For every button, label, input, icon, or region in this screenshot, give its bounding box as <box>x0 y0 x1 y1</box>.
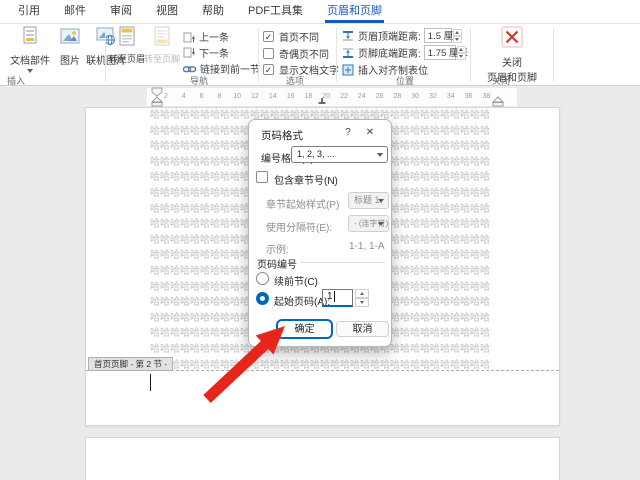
doc-parts-label: 文档部件 <box>10 52 50 67</box>
page-number-format-dialog: 页码格式 ? ✕ 编号格式(F): 1, 2, 3, ... 包含章节号(N) … <box>248 119 392 347</box>
group-separator <box>105 28 106 82</box>
footer-section-tag: 首页页脚 - 第 2 节 - <box>88 357 173 371</box>
goto-footer-icon <box>154 26 170 49</box>
text-cursor <box>150 374 151 391</box>
previous-label: 上一条 <box>199 29 229 44</box>
ruler-markers[interactable] <box>85 86 560 108</box>
goto-header-button[interactable]: 转至页眉 <box>110 26 144 65</box>
continue-from-previous-label: 续前节(C) <box>274 273 318 288</box>
number-format-combobox[interactable]: 1, 2, 3, ... <box>291 146 388 163</box>
next-label: 下一条 <box>199 45 229 60</box>
word-window: 引用邮件审阅视图帮助PDF工具集页眉和页脚 文档部件 图片 <box>0 0 640 480</box>
header-distance-field: 页眉顶端距离: 1.5 厘米 <box>342 28 462 43</box>
example-value: 1-1, 1-A <box>349 241 385 252</box>
continue-from-previous-radio[interactable] <box>256 272 269 285</box>
footer-distance-icon <box>342 47 354 59</box>
footer-distance-label: 页脚底端距离: <box>358 45 421 60</box>
tab-引用[interactable]: 引用 <box>6 0 52 23</box>
separator-combobox: - (连字符) <box>348 215 389 232</box>
include-chapter-checkbox[interactable] <box>256 171 268 183</box>
help-button[interactable]: ? <box>341 126 355 140</box>
checked-checkbox-icon: ✓ <box>263 31 274 42</box>
start-at-radio[interactable] <box>256 292 269 305</box>
insert-alignment-tab-button[interactable]: 插入对齐制表位 <box>342 62 428 77</box>
header-distance-label: 页眉顶端距离: <box>358 28 421 43</box>
goto-header-icon <box>119 26 135 49</box>
dialog-close-button[interactable]: ✕ <box>363 126 377 140</box>
tab-审阅[interactable]: 审阅 <box>98 0 144 23</box>
close-header-footer-icon <box>501 26 523 51</box>
include-chapter-label: 包含章节号(N) <box>274 172 338 187</box>
right-indent-marker <box>493 97 503 102</box>
ok-button[interactable]: 确定 <box>278 321 331 337</box>
link-icon <box>183 63 196 75</box>
numbering-section-label: 页码编号 <box>257 256 297 271</box>
insert-alignment-tab-label: 插入对齐制表位 <box>358 62 428 77</box>
chapter-style-combobox: 标题 1 <box>348 192 389 209</box>
close-header-footer-label-1: 关闭 <box>502 54 522 69</box>
tab-视图[interactable]: 视图 <box>144 0 190 23</box>
alignment-tab-icon <box>342 64 354 76</box>
hanging-indent-marker <box>152 97 162 102</box>
document-page-2[interactable] <box>85 437 560 480</box>
footer-distance-stepper[interactable] <box>457 46 466 60</box>
doc-parts-icon <box>20 26 40 49</box>
picture-button[interactable]: 图片 <box>56 26 84 67</box>
goto-footer-button: 转至页脚 <box>145 26 179 65</box>
chapter-style-label: 章节起始样式(P) <box>266 196 339 211</box>
next-button[interactable]: 下一条 <box>183 45 229 60</box>
previous-button[interactable]: 上一条 <box>183 29 229 44</box>
example-label: 示例: <box>266 241 289 256</box>
doc-parts-button[interactable]: 文档部件 <box>6 26 54 73</box>
picture-icon <box>60 26 80 49</box>
option-label: 奇偶页不同 <box>279 46 329 61</box>
previous-icon <box>183 31 195 43</box>
chevron-down-icon <box>27 69 33 73</box>
header-distance-stepper[interactable] <box>453 29 462 43</box>
footer-distance-input[interactable]: 1.75 厘米 <box>424 45 456 60</box>
first-line-indent-marker <box>152 88 162 96</box>
insert-group-label: 插入 <box>7 74 25 87</box>
option-checkbox-奇偶页不同[interactable]: 奇偶页不同 <box>263 46 329 61</box>
start-page-input[interactable]: 1 <box>322 289 353 307</box>
dialog-title: 页码格式 <box>261 128 303 143</box>
option-label: 首页不同 <box>279 29 319 44</box>
start-page-stepper[interactable] <box>355 289 369 307</box>
picture-label: 图片 <box>60 52 80 67</box>
separator-label: 使用分隔符(E): <box>266 219 332 234</box>
next-icon <box>183 47 195 59</box>
link-to-previous-label: 链接到前一节 <box>200 61 260 76</box>
right-indent-box <box>493 103 503 107</box>
group-separator <box>470 28 471 82</box>
checked-checkbox-icon: ✓ <box>263 64 274 75</box>
tab-PDF工具集[interactable]: PDF工具集 <box>236 0 315 23</box>
ribbon-tabs: 引用邮件审阅视图帮助PDF工具集页眉和页脚 <box>0 0 640 24</box>
goto-header-label: 转至页眉 <box>109 52 145 65</box>
header-distance-input[interactable]: 1.5 厘米 <box>424 28 452 43</box>
header-distance-icon <box>342 30 354 42</box>
tab-邮件[interactable]: 邮件 <box>52 0 98 23</box>
group-separator <box>336 28 337 82</box>
section-divider <box>301 262 385 263</box>
tab-页眉和页脚[interactable]: 页眉和页脚 <box>315 0 394 23</box>
cancel-button[interactable]: 取消 <box>336 321 389 337</box>
group-separator <box>258 28 259 82</box>
option-checkbox-首页不同[interactable]: ✓ 首页不同 <box>263 29 319 44</box>
footer-distance-field: 页脚底端距离: 1.75 厘米 <box>342 45 466 60</box>
goto-footer-label: 转至页脚 <box>144 52 180 65</box>
ribbon: 文档部件 图片 联机图片 插入 <box>0 24 640 86</box>
unchecked-checkbox-icon <box>263 48 274 59</box>
center-tab-stop-marker <box>319 98 326 103</box>
group-separator <box>553 28 554 82</box>
tab-帮助[interactable]: 帮助 <box>190 0 236 23</box>
left-indent-marker <box>152 103 162 107</box>
